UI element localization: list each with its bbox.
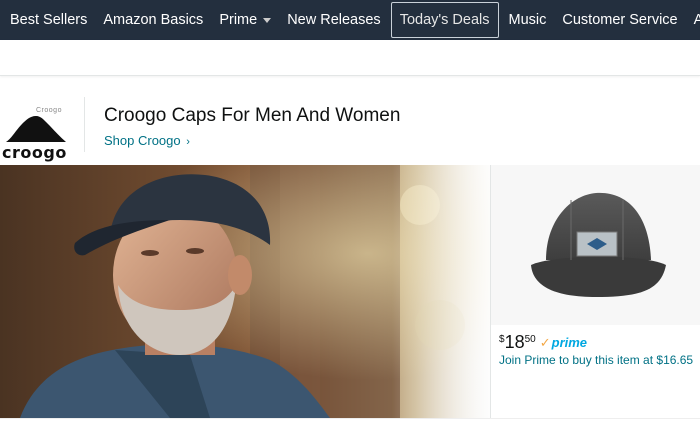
brand-header: Croogo croogo Croogo Caps For Men And Wo… [0, 80, 700, 165]
join-prime-link[interactable]: Join Prime to buy this item at $16.65 [499, 353, 693, 367]
nav-music[interactable]: Music [501, 2, 555, 38]
cap-product-illustration [531, 192, 666, 297]
shop-brand-link[interactable]: Shop Croogo › [104, 133, 190, 148]
hero-image[interactable] [0, 165, 490, 418]
caret-down-icon [263, 17, 272, 23]
nav-todays-deals[interactable]: Today's Deals [390, 2, 499, 38]
product-card[interactable]: $ 18 50 ✓prime Join Prime to buy this it… [490, 165, 700, 418]
brand-title: Croogo Caps For Men And Women [104, 105, 401, 126]
mountain-logo-icon [6, 116, 66, 142]
brand-logo[interactable]: Croogo croogo [0, 90, 78, 162]
sub-navigation-bar [0, 40, 700, 76]
nav-amazon[interactable]: Amazon [686, 2, 700, 38]
price-fraction: 50 [524, 334, 536, 345]
nav-customer-service[interactable]: Customer Service [554, 2, 685, 38]
prime-check-icon: ✓ [539, 335, 551, 350]
price-whole: 18 [504, 332, 525, 352]
page-bottom [0, 418, 700, 430]
nav-amazon-basics[interactable]: Amazon Basics [95, 2, 211, 38]
prime-badge: ✓prime [540, 335, 587, 351]
nav-best-sellers[interactable]: Best Sellers [2, 2, 95, 38]
hero-photo-illustration [0, 165, 490, 418]
nav-new-releases[interactable]: New Releases [279, 2, 389, 38]
nav-prime[interactable]: Prime [211, 2, 279, 38]
shop-link-label: Shop Croogo [104, 133, 181, 148]
logo-wordmark: croogo [2, 143, 67, 162]
product-image[interactable] [491, 165, 700, 325]
chevron-right-icon: › [186, 136, 190, 148]
top-nav: Best Sellers Amazon Basics Prime New Rel… [0, 0, 700, 40]
brand-divider [84, 97, 85, 152]
prime-label: prime [551, 335, 588, 350]
nav-prime-label: Prime [219, 12, 258, 28]
product-price: $ 18 50 ✓prime [499, 332, 587, 353]
